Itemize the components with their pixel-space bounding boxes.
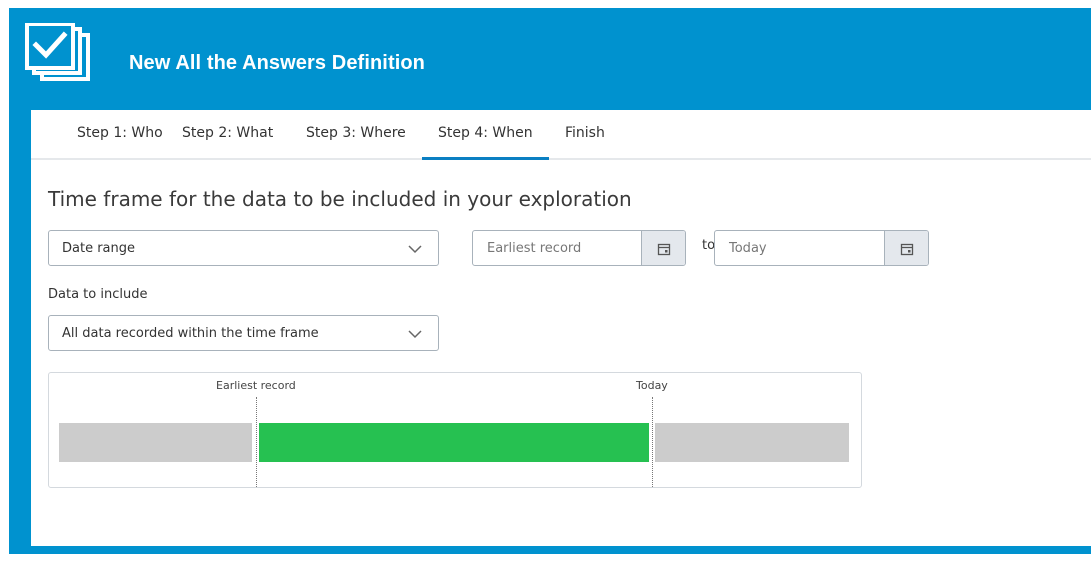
range-type-select[interactable]: Date range xyxy=(48,230,439,266)
start-marker-line xyxy=(256,397,257,487)
range-type-value: Date range xyxy=(62,241,136,256)
included-range-segment xyxy=(259,423,649,462)
calendar-icon xyxy=(900,243,914,256)
wizard-tabs: Step 1: Who Step 2: What Step 3: Where S… xyxy=(31,110,1091,160)
tab-step-2-what[interactable]: Step 2: What xyxy=(182,125,273,141)
data-to-include-label: Data to include xyxy=(48,287,148,302)
checklist-stack-icon xyxy=(24,22,96,83)
start-date-calendar-button[interactable] xyxy=(641,231,685,265)
tab-step-3-where[interactable]: Step 3: Where xyxy=(306,125,406,141)
start-date-placeholder: Earliest record xyxy=(487,241,582,256)
end-date-calendar-button[interactable] xyxy=(884,231,928,265)
tab-step-4-when[interactable]: Step 4: When xyxy=(438,125,533,141)
data-include-value: All data recorded within the time frame xyxy=(62,326,319,341)
active-tab-indicator xyxy=(422,157,549,160)
chevron-down-icon xyxy=(408,326,422,340)
app-window: New All the Answers Definition Step 1: W… xyxy=(9,8,1091,554)
excluded-after-segment xyxy=(655,423,849,462)
excluded-before-segment xyxy=(59,423,252,462)
tab-finish[interactable]: Finish xyxy=(565,125,605,141)
end-date-placeholder: Today xyxy=(729,241,767,256)
wizard-panel: Step 1: Who Step 2: What Step 3: Where S… xyxy=(31,110,1091,546)
calendar-icon xyxy=(657,243,671,256)
app-header: New All the Answers Definition xyxy=(9,8,1091,110)
section-title: Time frame for the data to be included i… xyxy=(48,187,632,211)
timeframe-timeline: Earliest record Today xyxy=(48,372,862,488)
start-date-field[interactable]: Earliest record xyxy=(472,230,686,266)
data-include-select[interactable]: All data recorded within the time frame xyxy=(48,315,439,351)
end-marker-line xyxy=(652,397,653,487)
tab-step-1-who[interactable]: Step 1: Who xyxy=(77,125,163,141)
timeline-end-label: Today xyxy=(636,379,668,392)
app-title: New All the Answers Definition xyxy=(129,52,425,74)
chevron-down-icon xyxy=(408,241,422,255)
timeline-start-label: Earliest record xyxy=(216,379,296,392)
end-date-field[interactable]: Today xyxy=(714,230,929,266)
